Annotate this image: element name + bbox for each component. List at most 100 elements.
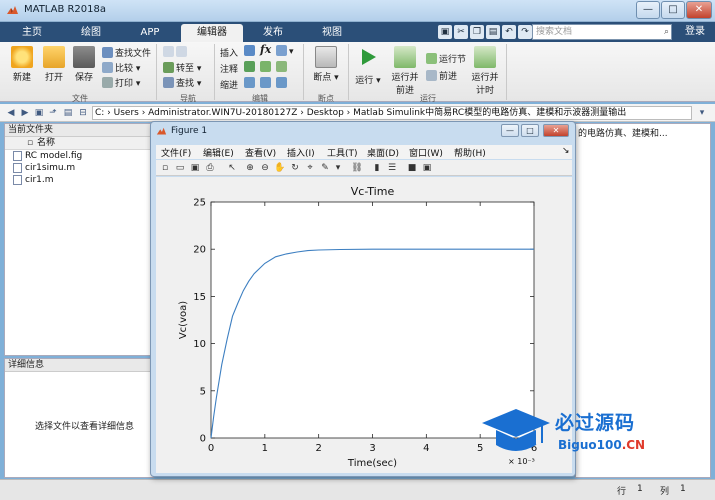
compare-button[interactable]: 比较 ▾ bbox=[102, 61, 140, 74]
rotate-icon[interactable]: ↻ bbox=[289, 162, 301, 174]
find-button[interactable]: 查找 ▾ bbox=[163, 76, 201, 89]
comment-button[interactable]: 注释 bbox=[220, 62, 238, 75]
back-icon[interactable]: ◀ bbox=[5, 107, 17, 119]
file-item[interactable]: RC model.fig bbox=[5, 150, 153, 162]
run-section-button[interactable]: 运行节 bbox=[426, 52, 466, 65]
menu-view[interactable]: 查看(V) bbox=[245, 146, 276, 159]
forward-icon[interactable]: ▶ bbox=[19, 107, 31, 119]
pointer-icon[interactable]: ↖ bbox=[226, 162, 238, 174]
fx-icon[interactable]: fx bbox=[260, 43, 271, 56]
close-button[interactable]: ✕ bbox=[686, 1, 712, 19]
insert-menu-icon[interactable]: ▾ bbox=[276, 45, 294, 57]
brush-dropdown-icon[interactable]: ▾ bbox=[332, 162, 344, 174]
goto-icon bbox=[163, 62, 174, 73]
hide-plot-tools-icon[interactable]: ■ bbox=[406, 162, 418, 174]
advance-button[interactable]: 前进 bbox=[426, 69, 457, 82]
run-and-advance-button[interactable]: 运行并 前进 bbox=[390, 46, 420, 96]
figure-minimize-button[interactable]: — bbox=[501, 124, 519, 137]
tab-home[interactable]: 主页 bbox=[10, 24, 54, 42]
menu-desktop[interactable]: 桌面(D) bbox=[367, 146, 399, 159]
cut-icon[interactable]: ✂ bbox=[454, 25, 468, 39]
decrease-indent-icon[interactable] bbox=[276, 77, 289, 89]
zoom-in-icon[interactable]: ⊕ bbox=[244, 162, 256, 174]
menu-file[interactable]: 文件(F) bbox=[161, 146, 191, 159]
x-tick-label: 2 bbox=[315, 443, 321, 454]
print-button[interactable]: 打印 ▾ bbox=[102, 76, 140, 89]
print-figure-icon[interactable]: ⎙ bbox=[204, 162, 216, 174]
save-button[interactable]: 保存 bbox=[70, 46, 98, 83]
smart-indent-icon[interactable] bbox=[244, 77, 257, 89]
browse-folder-icon[interactable]: ▤ bbox=[62, 107, 74, 119]
name-column-header[interactable]: ▫ 名称 bbox=[5, 137, 153, 150]
path-dropdown-icon[interactable]: ▾ bbox=[696, 107, 708, 119]
open-file-icon[interactable]: ▭ bbox=[174, 162, 186, 174]
goto-button[interactable]: 转至 ▾ bbox=[163, 61, 201, 74]
save-figure-icon[interactable]: ▣ bbox=[189, 162, 201, 174]
insert-legend-icon[interactable]: ☰ bbox=[386, 162, 398, 174]
up-level-icon[interactable]: ⬏ bbox=[47, 107, 59, 119]
y-tick-label: 15 bbox=[193, 292, 206, 303]
find-file-button[interactable]: 查找文件 bbox=[102, 46, 151, 59]
tab-editor[interactable]: 编辑器 bbox=[181, 24, 243, 42]
menubar-dock-icon[interactable]: ↘ bbox=[562, 146, 570, 156]
uncomment-icon[interactable] bbox=[260, 61, 273, 73]
truncated-title: 的电路仿真、建模和... bbox=[578, 129, 668, 139]
save-icon[interactable]: ▣ bbox=[438, 25, 452, 39]
insert-section-icon[interactable] bbox=[244, 45, 257, 57]
open-button[interactable]: 打开 bbox=[40, 46, 68, 83]
brush-icon[interactable]: ✎ bbox=[319, 162, 331, 174]
current-folder-panel: 当前文件夹 ▫ 名称 RC model.fig cir1simu.m cir1.… bbox=[4, 123, 154, 356]
undo-icon[interactable]: ↶ bbox=[502, 25, 516, 39]
group-separator bbox=[348, 44, 349, 100]
new-button[interactable]: 新建 bbox=[8, 46, 36, 83]
insert-button[interactable]: 插入 bbox=[220, 46, 238, 59]
drive-icon[interactable]: ⊟ bbox=[77, 107, 89, 119]
show-plot-tools-icon[interactable]: ▣ bbox=[421, 162, 433, 174]
comment-icon[interactable] bbox=[244, 61, 257, 73]
y-tick-label: 10 bbox=[193, 339, 206, 350]
pan-icon[interactable]: ✋ bbox=[274, 162, 286, 174]
zoom-out-icon[interactable]: ⊖ bbox=[259, 162, 271, 174]
redo-icon[interactable]: ↷ bbox=[518, 25, 532, 39]
menu-tools[interactable]: 工具(T) bbox=[327, 146, 358, 159]
increase-indent-icon[interactable] bbox=[260, 77, 273, 89]
tab-apps[interactable]: APP bbox=[124, 24, 176, 42]
path-field[interactable]: C: › Users › Administrator.WIN7U-2018012… bbox=[92, 106, 692, 120]
menu-help[interactable]: 帮助(H) bbox=[454, 146, 486, 159]
nav-arrows[interactable] bbox=[163, 46, 189, 58]
search-icon[interactable]: ⌕ bbox=[664, 25, 669, 39]
figure-close-button[interactable]: ✕ bbox=[543, 124, 569, 137]
menu-edit[interactable]: 编辑(E) bbox=[203, 146, 234, 159]
paste-icon[interactable]: ▤ bbox=[486, 25, 500, 39]
indent-button[interactable]: 缩进 bbox=[220, 78, 238, 91]
group-label-file: 文件 bbox=[72, 94, 88, 103]
wrap-comment-icon[interactable] bbox=[276, 61, 289, 73]
x-axis-label: Time(sec) bbox=[347, 458, 397, 469]
details-message: 选择文件以查看详细信息 bbox=[35, 422, 135, 432]
tab-plots[interactable]: 绘图 bbox=[66, 24, 116, 42]
figure-maximize-button[interactable]: □ bbox=[521, 124, 539, 137]
link-plot-icon[interactable]: ⛓ bbox=[351, 162, 363, 174]
menu-insert[interactable]: 插入(I) bbox=[287, 146, 315, 159]
row-label: 行 bbox=[617, 487, 627, 497]
minimize-button[interactable]: — bbox=[636, 1, 660, 19]
maximize-button[interactable]: □ bbox=[661, 1, 685, 19]
breakpoints-button[interactable]: 断点 ▾ bbox=[312, 46, 340, 83]
x-tick-label: 4 bbox=[423, 443, 429, 454]
login-button[interactable]: 登录 bbox=[680, 24, 710, 40]
new-figure-icon[interactable]: ▫ bbox=[159, 162, 171, 174]
group-label-run: 运行 bbox=[420, 94, 436, 103]
copy-icon[interactable]: ❐ bbox=[470, 25, 484, 39]
up-folder-icon[interactable]: ▣ bbox=[33, 107, 45, 119]
insert-colorbar-icon[interactable]: ▮ bbox=[371, 162, 383, 174]
file-item[interactable]: cir1.m bbox=[5, 174, 153, 186]
tab-publish[interactable]: 发布 bbox=[248, 24, 298, 42]
run-button[interactable]: 运行 ▾ bbox=[354, 46, 382, 86]
menu-window[interactable]: 窗口(W) bbox=[409, 146, 443, 159]
run-and-time-button[interactable]: 运行并 计时 bbox=[470, 46, 500, 96]
file-item[interactable]: cir1simu.m bbox=[5, 162, 153, 174]
data-cursor-icon[interactable]: ⌖ bbox=[304, 162, 316, 174]
tab-view[interactable]: 视图 bbox=[306, 24, 358, 42]
search-docs-input[interactable]: 搜索文档 ⌕ bbox=[532, 24, 672, 40]
compare-icon bbox=[102, 62, 113, 73]
